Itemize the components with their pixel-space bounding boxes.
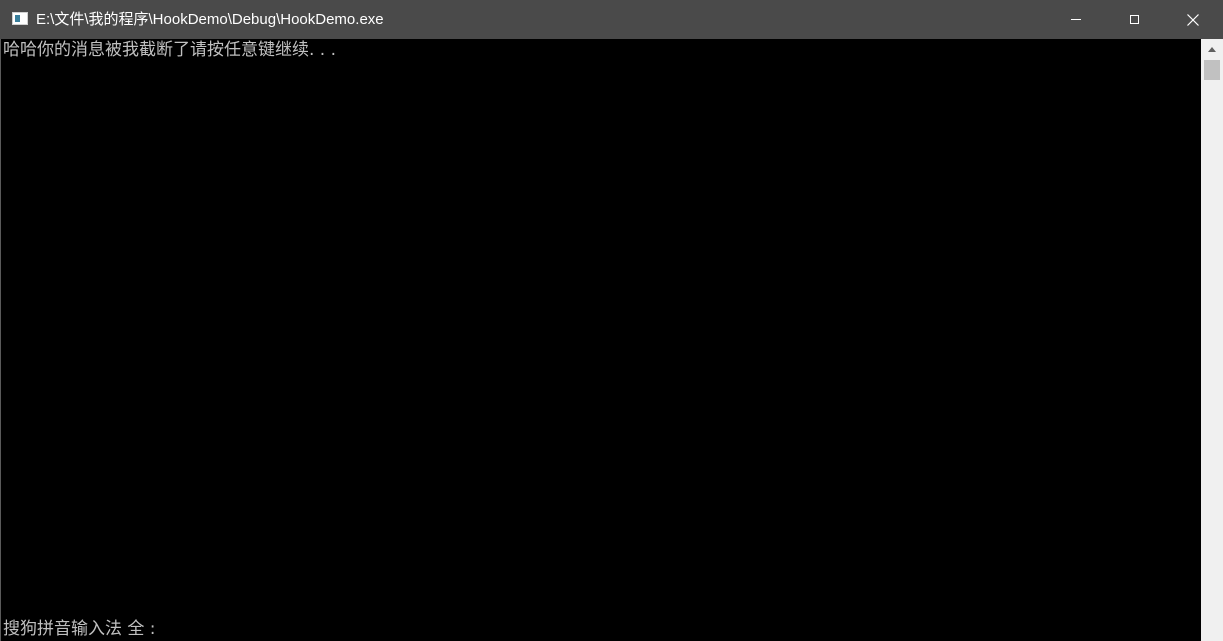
console-window: E:\文件\我的程序\HookDemo\Debug\HookDemo.exe 哈… [0, 0, 1223, 641]
console-line: 哈哈你的消息被我截断了请按任意键继续. . . [3, 40, 337, 60]
scrollbar-thumb[interactable] [1204, 60, 1220, 80]
minimize-button[interactable] [1047, 0, 1105, 39]
title-bar[interactable]: E:\文件\我的程序\HookDemo\Debug\HookDemo.exe [0, 0, 1223, 39]
console-output[interactable]: 哈哈你的消息被我截断了请按任意键继续. . . 搜狗拼音输入法 全 : [1, 39, 1201, 641]
app-icon-inner [15, 15, 20, 22]
chevron-up-icon [1208, 46, 1216, 52]
maximize-button[interactable] [1105, 0, 1163, 39]
console-app-icon[interactable] [12, 12, 28, 25]
window-title: E:\文件\我的程序\HookDemo\Debug\HookDemo.exe [36, 11, 384, 28]
maximize-icon [1129, 15, 1139, 24]
close-button[interactable] [1163, 0, 1223, 39]
close-icon [1187, 13, 1199, 26]
vertical-scrollbar[interactable] [1201, 39, 1223, 641]
minimize-icon [1071, 19, 1081, 20]
ime-status-bar: 搜狗拼音输入法 全 : [3, 619, 156, 639]
scroll-up-arrow-icon[interactable] [1201, 39, 1223, 59]
